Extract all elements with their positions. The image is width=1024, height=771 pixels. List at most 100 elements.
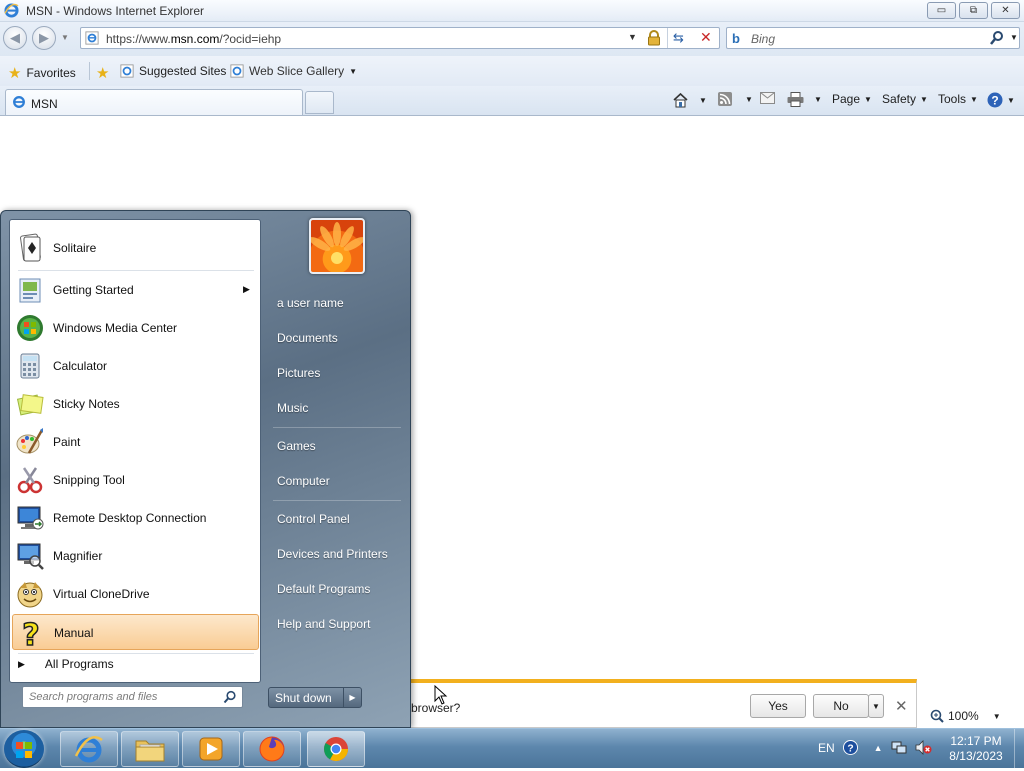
computer-link[interactable]: Computer [277,474,330,488]
address-bar[interactable]: https://www.msn.com/?ocid=iehp ▼ ⇆ ✕ [80,27,720,49]
taskbar-chrome[interactable] [307,731,365,767]
remote-desktop-icon [17,506,44,530]
stop-icon[interactable]: ✕ [700,29,712,46]
shutdown-options-arrow-icon[interactable]: ▶ [343,688,361,707]
program-remote-desktop-connection[interactable]: Remote Desktop Connection [12,500,259,536]
start-search-input[interactable]: Search programs and files [22,686,243,708]
user-avatar[interactable] [309,218,365,274]
system-tray: EN ? ▲ [818,740,932,755]
help-menu[interactable]: ? ▼ [987,92,1015,108]
pictures-link[interactable]: Pictures [277,366,320,380]
chevron-right-icon: ▶ [18,658,25,669]
forward-arrow-icon: ▶ [39,30,49,45]
program-virtual-clonedrive[interactable]: Virtual CloneDrive [12,576,259,612]
default-programs-link[interactable]: Default Programs [277,582,370,596]
program-solitaire[interactable]: Solitaire [12,230,259,266]
paint-icon [16,428,44,454]
close-notification-icon[interactable]: ✕ [895,697,908,715]
lock-icon[interactable] [646,30,662,46]
print-button[interactable]: ▼ [787,92,822,107]
tools-menu[interactable]: Tools ▼ [938,92,978,106]
address-url[interactable]: https://www.msn.com/?ocid=iehp [106,32,281,46]
solitaire-icon [20,233,41,262]
user-name-link[interactable]: a user name [277,296,344,310]
file-explorer-icon [135,740,165,762]
help-icon[interactable]: ? [842,740,858,755]
home-button[interactable]: ▼ [672,92,707,108]
web-slice-gallery-link[interactable]: Web Slice Gallery ▼ [230,64,357,78]
program-paint[interactable]: Paint [12,424,259,460]
program-sticky-notes[interactable]: Sticky Notes [12,386,259,422]
start-menu: Solitaire Getting Started ▶ Windows Medi… [0,210,411,728]
program-getting-started[interactable]: Getting Started ▶ [12,272,259,308]
no-button[interactable]: No [813,694,869,718]
flower-picture-icon [311,222,363,264]
program-magnifier[interactable]: Magnifier [12,538,259,574]
network-icon[interactable] [891,740,907,755]
search-bar[interactable]: b Bing ▼ [726,27,1020,49]
sticky-notes-icon [16,394,44,416]
media-player-icon [199,737,223,761]
search-placeholder[interactable]: Bing [751,32,775,46]
help-and-support-link[interactable]: Help and Support [277,617,370,631]
all-programs-button[interactable]: ▶ All Programs [18,657,114,671]
taskbar-media-player[interactable] [182,731,240,767]
safety-menu[interactable]: Safety ▼ [882,92,928,106]
address-dropdown-icon[interactable]: ▼ [628,32,637,42]
program-windows-media-center[interactable]: Windows Media Center [12,310,259,346]
minimize-button[interactable]: ▭ [927,2,956,19]
shutdown-button[interactable]: Shut down [269,691,343,705]
zoom-level: 100% [948,709,979,723]
music-link[interactable]: Music [277,401,308,415]
search-icon[interactable] [989,30,1005,46]
add-to-favorites-bar-button[interactable]: ★ [96,64,109,82]
chevron-down-icon: ▼ [992,711,1001,721]
taskbar-firefox[interactable] [243,731,301,767]
language-indicator[interactable]: EN [818,741,835,755]
games-link[interactable]: Games [277,439,316,453]
feeds-icon [718,92,732,106]
restore-button[interactable]: ⧉ [959,2,988,19]
favorites-button[interactable]: ★ Favorites [8,64,76,82]
chevron-down-icon: ▼ [349,66,358,76]
read-mail-button[interactable] [760,92,775,104]
home-dropdown-icon[interactable]: ▼ [699,96,707,105]
search-icon[interactable] [223,690,237,704]
program-snipping-tool[interactable]: Snipping Tool [12,462,259,498]
volume-muted-icon[interactable] [915,740,932,755]
new-tab-button[interactable] [305,91,334,114]
control-panel-link[interactable]: Control Panel [277,512,350,526]
devices-and-printers-link[interactable]: Devices and Printers [277,547,388,561]
print-dropdown-icon[interactable]: ▼ [814,95,822,104]
clock-date: 8/13/2023 [949,749,1003,763]
suggested-sites-link[interactable]: Suggested Sites [120,64,226,78]
taskbar-internet-explorer[interactable] [60,731,118,767]
no-options-dropdown-button[interactable]: ▼ [868,694,884,718]
refresh-icon[interactable]: ⇆ [673,30,684,46]
show-desktop-button[interactable] [1014,729,1024,769]
close-button[interactable]: ✕ [991,2,1020,19]
zoom-control[interactable]: 100% ▼ [930,709,1001,723]
program-manual[interactable]: ? Manual [12,614,259,650]
taskbar-windows-explorer[interactable] [121,731,179,767]
page-menu[interactable]: Page ▼ [832,92,872,106]
internet-explorer-icon [74,736,103,763]
shutdown-control: Shut down ▶ [268,687,362,708]
yes-button[interactable]: Yes [750,694,806,718]
search-dropdown-icon[interactable]: ▼ [1010,33,1018,42]
feeds-button[interactable]: ▼ [718,92,753,106]
back-button[interactable]: ◀ [3,26,27,50]
documents-link[interactable]: Documents [277,331,338,345]
tab-bar: MSN ▼ ▼ ▼ Page ▼ Safety ▼ Tools ▼ ? ▼ [0,86,1024,116]
tab-msn[interactable]: MSN [5,89,303,115]
menu-divider [273,427,401,428]
start-button[interactable] [4,730,44,768]
recent-pages-dropdown-icon[interactable]: ▼ [61,33,69,42]
submenu-arrow-icon: ▶ [243,284,250,294]
mouse-cursor-icon [434,685,448,705]
show-hidden-icons-icon[interactable]: ▲ [874,743,883,753]
feeds-dropdown-icon[interactable]: ▼ [745,95,753,104]
clock[interactable]: 12:17 PM 8/13/2023 [940,734,1012,764]
forward-button[interactable]: ▶ [32,26,56,50]
program-calculator[interactable]: Calculator [12,348,259,384]
